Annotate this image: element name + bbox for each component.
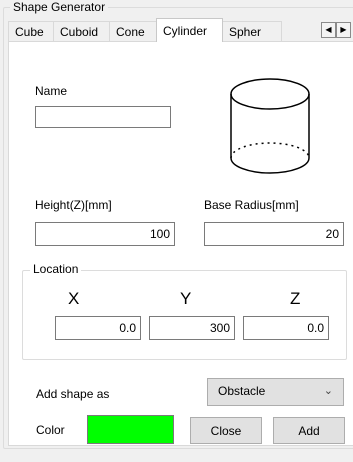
tab-scroll-right-icon[interactable]: ▶ [336, 22, 351, 38]
add-shape-label: Add shape as [36, 387, 110, 401]
location-z-input[interactable] [243, 316, 329, 340]
close-button[interactable]: Close [190, 417, 262, 444]
add-button[interactable]: Add [273, 417, 345, 444]
tab-cube[interactable]: Cube [8, 21, 54, 41]
location-x-input[interactable] [55, 316, 141, 340]
name-input[interactable] [35, 106, 171, 128]
chevron-down-icon: ⌄ [323, 385, 333, 397]
x-axis-label: X [68, 289, 80, 308]
tab-sphere[interactable]: Spher [222, 21, 282, 41]
cylinder-icon [230, 78, 310, 174]
location-group [22, 270, 347, 360]
tab-scroll-left-icon[interactable]: ◀ [321, 22, 336, 38]
height-label: Height(Z)[mm] [35, 198, 112, 212]
radius-input[interactable] [204, 222, 344, 246]
color-label: Color [36, 423, 65, 437]
radius-label: Base Radius[mm] [204, 198, 299, 212]
z-axis-label: Z [290, 289, 301, 308]
y-axis-label: Y [180, 289, 192, 308]
color-swatch[interactable] [87, 415, 174, 444]
name-label: Name [35, 84, 68, 98]
tab-cuboid[interactable]: Cuboid [53, 21, 110, 41]
add-shape-select[interactable]: Obstacle ⌄ [207, 378, 344, 406]
height-input[interactable] [35, 222, 175, 246]
tab-cylinder[interactable]: Cylinder [156, 18, 223, 42]
location-y-input[interactable] [149, 316, 235, 340]
group-title: Shape Generator [10, 0, 109, 14]
tab-cone[interactable]: Cone [109, 21, 157, 41]
location-title: Location [30, 262, 82, 276]
add-shape-selected: Obstacle [218, 384, 266, 398]
